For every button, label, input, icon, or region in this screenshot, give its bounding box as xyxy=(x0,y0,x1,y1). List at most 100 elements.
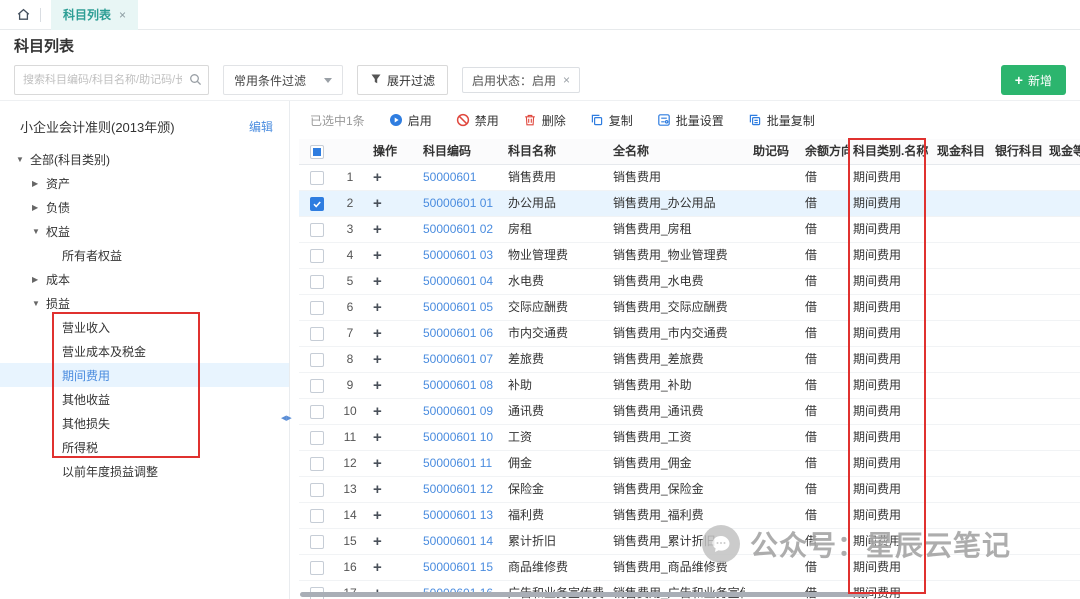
table-row[interactable]: 6+50000601 05交际应酬费销售费用_交际应酬费借期间费用 xyxy=(299,295,1080,321)
tree-item[interactable]: 其他收益 xyxy=(0,387,289,411)
search-icon[interactable] xyxy=(189,73,202,91)
add-child-button[interactable]: + xyxy=(373,455,382,472)
tree-item[interactable]: 其他损失 xyxy=(0,411,289,435)
account-code-link[interactable]: 50000601 13 xyxy=(415,503,500,528)
add-child-button[interactable]: + xyxy=(373,169,382,186)
edit-link[interactable]: 编辑 xyxy=(249,118,273,135)
account-code-link[interactable]: 50000601 12 xyxy=(415,477,500,502)
add-child-button[interactable]: + xyxy=(373,481,382,498)
tree-item[interactable]: ▼全部(科目类别) xyxy=(0,147,289,171)
add-child-button[interactable]: + xyxy=(373,403,382,420)
table-row[interactable]: 5+50000601 04水电费销售费用_水电费借期间费用 xyxy=(299,269,1080,295)
table-row[interactable]: 13+50000601 12保险金销售费用_保险金借期间费用 xyxy=(299,477,1080,503)
row-checkbox[interactable] xyxy=(310,327,324,341)
table-row[interactable]: 4+50000601 03物业管理费销售费用_物业管理费借期间费用 xyxy=(299,243,1080,269)
row-checkbox[interactable] xyxy=(310,483,324,497)
account-code-link[interactable]: 50000601 10 xyxy=(415,425,500,450)
add-child-button[interactable]: + xyxy=(373,299,382,316)
action-button-batch-copy[interactable]: 批量复制 xyxy=(748,112,815,129)
row-checkbox[interactable] xyxy=(310,353,324,367)
row-checkbox[interactable] xyxy=(310,431,324,445)
home-icon[interactable] xyxy=(12,4,34,26)
tree-item[interactable]: 营业收入 xyxy=(0,315,289,339)
tree-item[interactable]: ▼权益 xyxy=(0,219,289,243)
account-code-link[interactable]: 50000601 08 xyxy=(415,373,500,398)
add-child-button[interactable]: + xyxy=(373,325,382,342)
tree-item[interactable]: ▼损益 xyxy=(0,291,289,315)
row-checkbox[interactable] xyxy=(310,301,324,315)
table-row[interactable]: 8+50000601 07差旅费销售费用_差旅费借期间费用 xyxy=(299,347,1080,373)
tree-item[interactable]: 所得税 xyxy=(0,435,289,459)
common-filter-select[interactable]: 常用条件过滤 xyxy=(223,65,343,95)
row-checkbox[interactable] xyxy=(310,509,324,523)
table-row[interactable]: 9+50000601 08补助销售费用_补助借期间费用 xyxy=(299,373,1080,399)
action-button-copy[interactable]: 复制 xyxy=(590,112,633,129)
table-row[interactable]: 2+50000601 01办公用品销售费用_办公用品借期间费用 xyxy=(299,191,1080,217)
tree-item[interactable]: ▶负债 xyxy=(0,195,289,219)
action-button-batch-set[interactable]: 批量设置 xyxy=(657,112,724,129)
action-button-delete[interactable]: 删除 xyxy=(523,112,566,129)
table-row[interactable]: 3+50000601 02房租销售费用_房租借期间费用 xyxy=(299,217,1080,243)
table-row[interactable]: 1+50000601销售费用销售费用借期间费用 xyxy=(299,165,1080,191)
close-icon[interactable]: × xyxy=(119,9,126,21)
table-row[interactable]: 11+50000601 10工资销售费用_工资借期间费用 xyxy=(299,425,1080,451)
add-button[interactable]: + 新增 xyxy=(1001,65,1066,95)
expand-filter-button[interactable]: 展开过滤 xyxy=(357,65,448,95)
tree-expanded-icon[interactable]: ▼ xyxy=(16,155,30,164)
search-input[interactable] xyxy=(14,65,209,95)
table-row[interactable]: 10+50000601 09通讯费销售费用_通讯费借期间费用 xyxy=(299,399,1080,425)
tree-item[interactable]: 期间费用 xyxy=(0,363,289,387)
action-button-disable[interactable]: 禁用 xyxy=(456,112,499,129)
add-child-button[interactable]: + xyxy=(373,533,382,550)
row-checkbox[interactable] xyxy=(310,275,324,289)
row-checkbox[interactable] xyxy=(310,171,324,185)
tab-subject-list[interactable]: 科目列表 × xyxy=(51,0,138,30)
tree-item[interactable]: 所有者权益 xyxy=(0,243,289,267)
add-child-button[interactable]: + xyxy=(373,429,382,446)
tree-expanded-icon[interactable]: ▼ xyxy=(32,227,46,236)
tag-close-icon[interactable]: × xyxy=(563,74,570,86)
table-row[interactable]: 12+50000601 11佣金销售费用_佣金借期间费用 xyxy=(299,451,1080,477)
account-code-link[interactable]: 50000601 07 xyxy=(415,347,500,372)
add-child-button[interactable]: + xyxy=(373,247,382,264)
row-checkbox[interactable] xyxy=(310,405,324,419)
account-code-link[interactable]: 50000601 15 xyxy=(415,555,500,580)
action-button-enable[interactable]: 启用 xyxy=(389,112,432,129)
account-code-link[interactable]: 50000601 01 xyxy=(415,191,500,216)
tree-item[interactable]: 以前年度损益调整 xyxy=(0,459,289,483)
add-child-button[interactable]: + xyxy=(373,273,382,290)
panel-collapse-handle[interactable]: ◀▶ xyxy=(281,414,292,422)
horizontal-scrollbar-thumb[interactable] xyxy=(300,592,870,597)
header-checkbox[interactable] xyxy=(310,145,324,159)
row-checkbox[interactable] xyxy=(310,197,324,211)
add-child-button[interactable]: + xyxy=(373,377,382,394)
row-checkbox[interactable] xyxy=(310,535,324,549)
account-code-link[interactable]: 50000601 11 xyxy=(415,451,500,476)
tree-collapsed-icon[interactable]: ▶ xyxy=(32,275,46,284)
row-checkbox[interactable] xyxy=(310,457,324,471)
account-code-link[interactable]: 50000601 xyxy=(415,165,500,190)
tree-item[interactable]: ▶资产 xyxy=(0,171,289,195)
row-checkbox[interactable] xyxy=(310,223,324,237)
tree-expanded-icon[interactable]: ▼ xyxy=(32,299,46,308)
account-code-link[interactable]: 50000601 09 xyxy=(415,399,500,424)
account-code-link[interactable]: 50000601 05 xyxy=(415,295,500,320)
table-row[interactable]: 15+50000601 14累计折旧销售费用_累计折旧借期间费用 xyxy=(299,529,1080,555)
table-row[interactable]: 16+50000601 15商品维修费销售费用_商品维修费借期间费用 xyxy=(299,555,1080,581)
account-code-link[interactable]: 50000601 02 xyxy=(415,217,500,242)
account-code-link[interactable]: 50000601 14 xyxy=(415,529,500,554)
add-child-button[interactable]: + xyxy=(373,351,382,368)
account-code-link[interactable]: 50000601 03 xyxy=(415,243,500,268)
row-checkbox[interactable] xyxy=(310,561,324,575)
table-row[interactable]: 14+50000601 13福利费销售费用_福利费借期间费用 xyxy=(299,503,1080,529)
add-child-button[interactable]: + xyxy=(373,195,382,212)
tree-item[interactable]: 营业成本及税金 xyxy=(0,339,289,363)
table-row[interactable]: 7+50000601 06市内交通费销售费用_市内交通费借期间费用 xyxy=(299,321,1080,347)
tree-collapsed-icon[interactable]: ▶ xyxy=(32,203,46,212)
tree-item[interactable]: ▶成本 xyxy=(0,267,289,291)
add-child-button[interactable]: + xyxy=(373,221,382,238)
row-checkbox[interactable] xyxy=(310,379,324,393)
row-checkbox[interactable] xyxy=(310,249,324,263)
add-child-button[interactable]: + xyxy=(373,507,382,524)
add-child-button[interactable]: + xyxy=(373,559,382,576)
